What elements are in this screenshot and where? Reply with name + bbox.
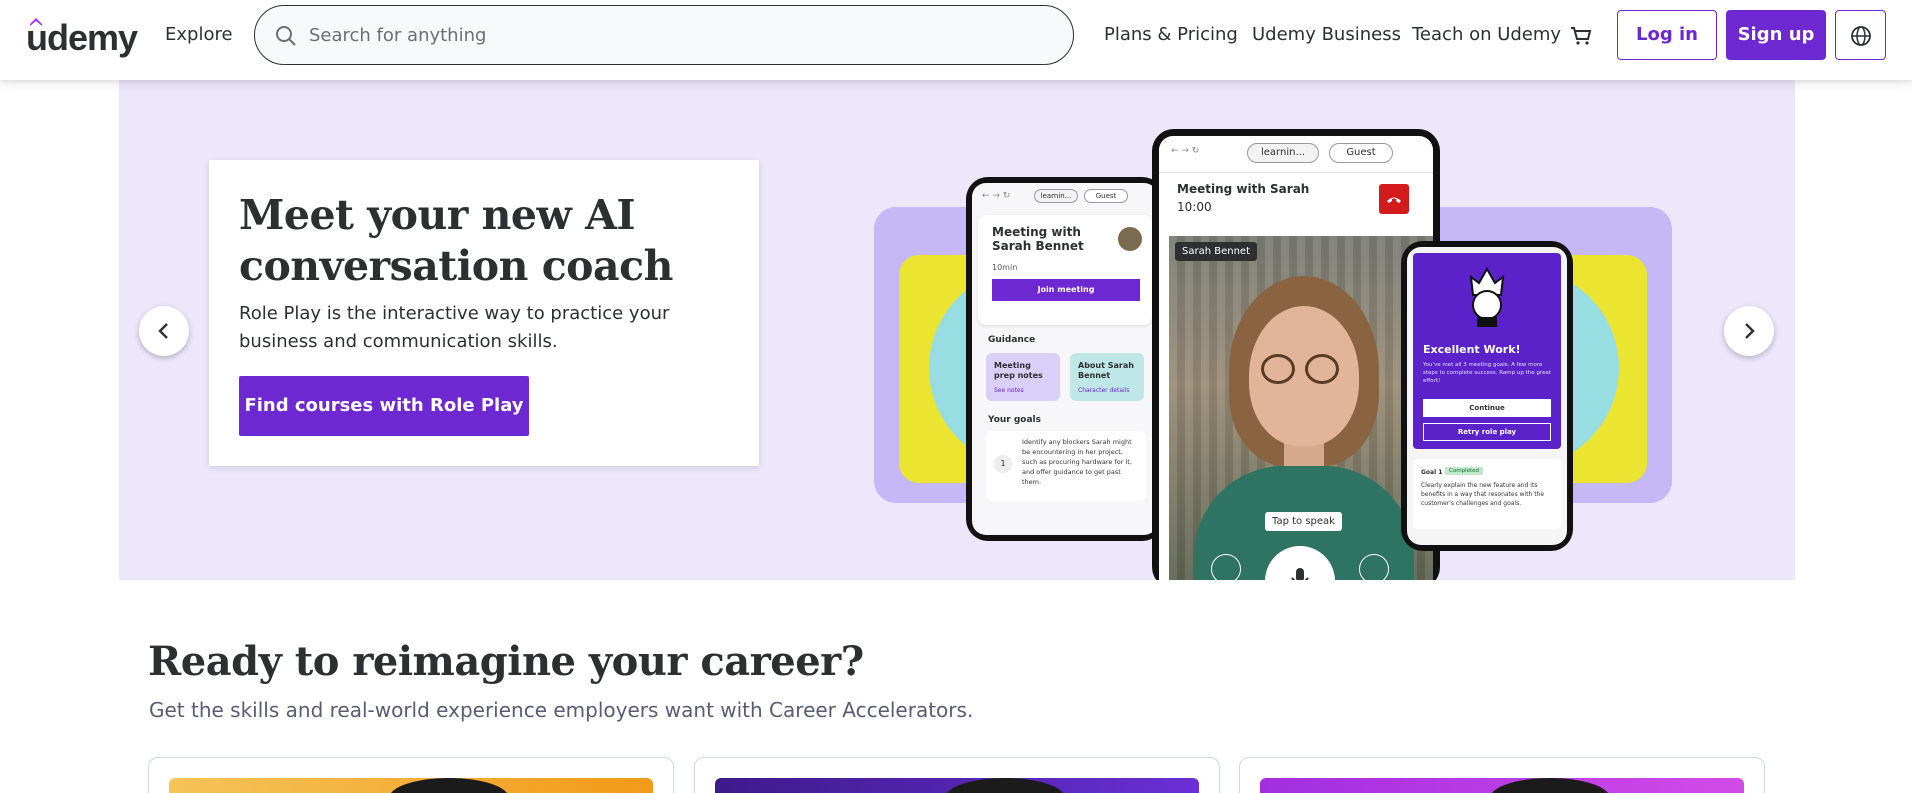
role-play-cta-button[interactable]: Find courses with Role Play <box>239 376 529 436</box>
join-meeting-button: Join meeting <box>992 279 1140 301</box>
center-phone-mockup: ← → ↻ learnin... Guest Meeting with Sara… <box>1152 129 1440 580</box>
globe-icon <box>1851 26 1871 46</box>
notes-icon <box>1359 554 1389 580</box>
url-bar: learnin... <box>1034 189 1078 203</box>
completed-badge: Completed <box>1445 467 1483 475</box>
career-card[interactable] <box>1239 757 1765 793</box>
continue-button: Continue <box>1423 399 1551 417</box>
video-feed: Sarah Bennet Tap to speak <box>1169 236 1433 580</box>
hero-card: Meet your new AI conversation coach Role… <box>209 160 759 466</box>
career-card-image <box>715 778 1199 793</box>
meeting-timer: 10:00 <box>1177 200 1212 214</box>
career-subtitle: Get the skills and real-world experience… <box>149 698 974 722</box>
udemy-logo[interactable]: udemy <box>26 14 140 58</box>
career-card[interactable] <box>148 757 674 793</box>
career-card-image <box>1260 778 1744 793</box>
mascot-icon <box>1469 266 1505 327</box>
success-heading: Excellent Work! <box>1423 343 1521 356</box>
cart-button[interactable] <box>1569 24 1593 52</box>
udemy-logo-mark: udemy <box>26 17 139 58</box>
chat-icon <box>1211 554 1241 580</box>
search-icon[interactable] <box>275 25 297 47</box>
udemy-business-link[interactable]: Udemy Business <box>1252 24 1401 45</box>
tap-to-speak-tooltip: Tap to speak <box>1265 512 1342 531</box>
svg-text:udemy: udemy <box>26 17 138 58</box>
search-input[interactable] <box>299 14 1039 56</box>
hero-banner: ← → ↻ learnin... Guest Meeting with Sara… <box>119 80 1795 580</box>
cart-icon <box>1571 27 1592 45</box>
hero-title: Meet your new AI conversation coach <box>239 191 673 290</box>
guest-chip: Guest <box>1084 189 1128 203</box>
left-phone-mockup: ← → ↻ learnin... Guest Meeting with Sara… <box>966 177 1164 541</box>
about-sarah-card: About Sarah Bennet Character details <box>1070 353 1144 401</box>
url-bar: learnin... <box>1247 143 1319 163</box>
teach-on-udemy-link[interactable]: Teach on Udemy <box>1412 24 1561 45</box>
career-card-image <box>169 778 653 793</box>
career-card[interactable] <box>694 757 1220 793</box>
prep-notes-card: Meeting prep notes See notes <box>986 353 1060 401</box>
carousel-prev-button[interactable] <box>139 306 189 356</box>
goals-heading: Your goals <box>988 415 1041 425</box>
right-phone-mockup: Excellent Work! You've met all 3 meeting… <box>1401 241 1573 551</box>
success-panel: Excellent Work! You've met all 3 meeting… <box>1413 253 1561 449</box>
retry-button: Retry role play <box>1423 423 1551 441</box>
goal-card: 1 Identify any blockers Sarah might be e… <box>986 431 1146 501</box>
meeting-card: Meeting with Sarah Bennet 10min Join mee… <box>978 215 1152 325</box>
chevron-right-icon <box>1745 323 1755 339</box>
microphone-icon <box>1265 546 1335 580</box>
end-call-icon <box>1379 184 1409 214</box>
success-body: You've met all 3 meeting goals. A few mo… <box>1423 362 1551 384</box>
hero-description: Role Play is the interactive way to prac… <box>239 303 670 352</box>
goal-completed-card: Goal 1 Completed Clearly explain the new… <box>1413 459 1561 529</box>
login-button[interactable]: Log in <box>1617 10 1717 60</box>
plans-pricing-link[interactable]: Plans & Pricing <box>1104 24 1238 45</box>
search-bar[interactable] <box>254 5 1074 65</box>
meeting-title: Meeting with Sarah Bennet <box>992 225 1084 253</box>
guidance-heading: Guidance <box>988 335 1036 345</box>
meeting-title: Meeting with Sarah <box>1177 182 1310 196</box>
guest-chip: Guest <box>1329 143 1393 163</box>
chevron-left-icon <box>158 323 168 339</box>
top-header: udemy Explore Plans & Pricing Udemy Busi… <box>0 0 1912 80</box>
carousel-next-button[interactable] <box>1724 306 1774 356</box>
meeting-duration: 10min <box>992 263 1018 272</box>
career-title: Ready to reimagine your career? <box>148 638 864 685</box>
explore-link[interactable]: Explore <box>165 24 233 45</box>
name-tag: Sarah Bennet <box>1175 242 1257 261</box>
language-button[interactable] <box>1835 10 1886 60</box>
avatar <box>1118 227 1142 251</box>
signup-button[interactable]: Sign up <box>1726 10 1826 60</box>
